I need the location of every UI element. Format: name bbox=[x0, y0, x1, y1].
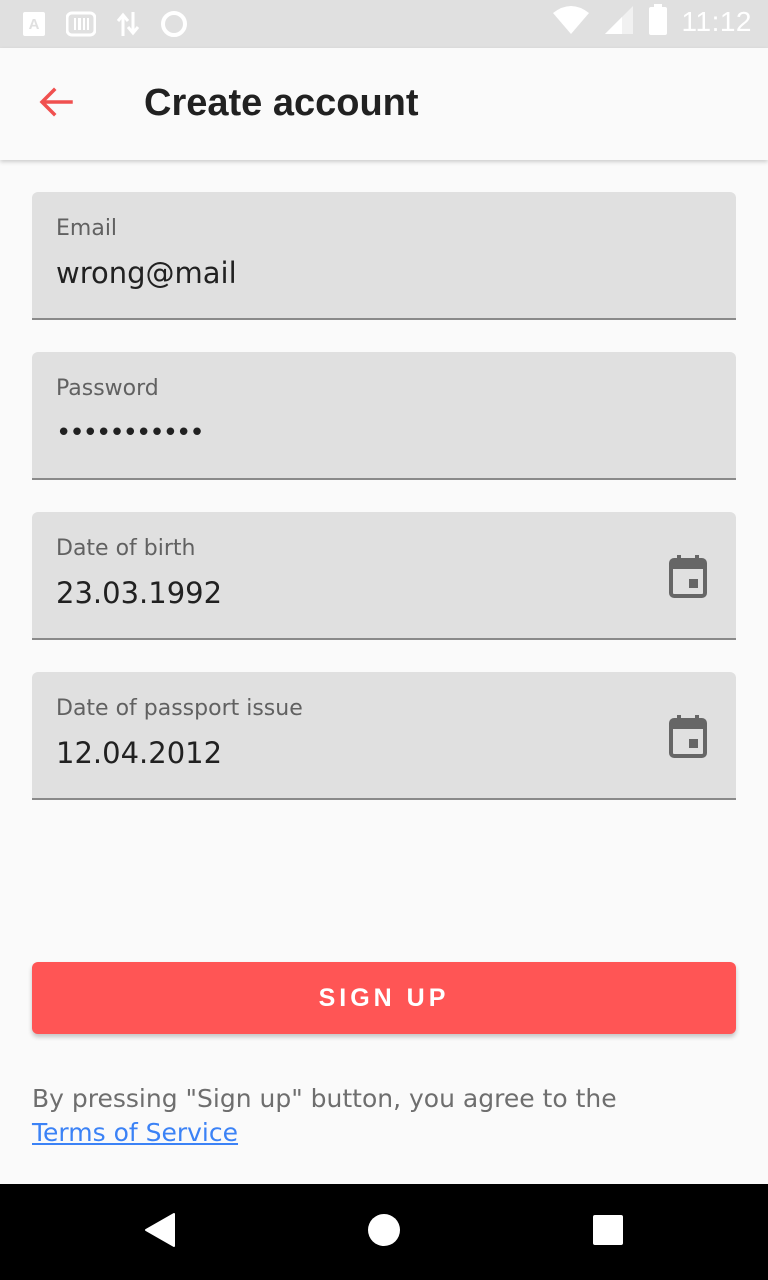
status-bar-right: 11:12 bbox=[552, 4, 753, 40]
passport-issue-label: Date of passport issue bbox=[56, 696, 303, 721]
nav-recents-button[interactable] bbox=[560, 1184, 656, 1280]
page-title: Create account bbox=[144, 82, 419, 124]
email-field[interactable]: Email wrong@mail bbox=[32, 192, 736, 320]
passport-issue-value[interactable]: 12.04.2012 bbox=[56, 736, 222, 770]
navigation-bar bbox=[0, 1184, 768, 1280]
home-circle-icon bbox=[367, 1213, 401, 1251]
terms-prefix: By pressing "Sign up" button, you agree … bbox=[32, 1084, 617, 1113]
passport-issue-field[interactable]: Date of passport issue 12.04.2012 bbox=[32, 672, 736, 800]
a-badge-icon: A bbox=[22, 11, 46, 41]
back-triangle-icon bbox=[144, 1212, 176, 1252]
calendar-icon[interactable] bbox=[668, 554, 708, 598]
status-bar: A 11:12 bbox=[0, 0, 768, 48]
date-of-birth-label: Date of birth bbox=[56, 536, 196, 561]
nav-back-button[interactable] bbox=[112, 1184, 208, 1280]
data-transfer-icon bbox=[116, 10, 140, 42]
wifi-icon bbox=[552, 5, 590, 39]
email-label: Email bbox=[56, 216, 118, 241]
battery-icon bbox=[648, 4, 668, 40]
password-value[interactable]: ••••••••••• bbox=[56, 418, 205, 448]
date-of-birth-value[interactable]: 23.03.1992 bbox=[56, 576, 222, 610]
password-label: Password bbox=[56, 376, 159, 401]
terms-text: By pressing "Sign up" button, you agree … bbox=[32, 1082, 652, 1150]
back-button[interactable] bbox=[28, 76, 84, 132]
status-time: 11:12 bbox=[681, 6, 752, 37]
password-field[interactable]: Password ••••••••••• bbox=[32, 352, 736, 480]
terms-of-service-link[interactable]: Terms of Service bbox=[32, 1118, 238, 1147]
sign-up-button[interactable]: SIGN UP bbox=[32, 962, 736, 1034]
email-value[interactable]: wrong@mail bbox=[56, 256, 237, 290]
signal-icon bbox=[604, 5, 634, 39]
calendar-icon[interactable] bbox=[668, 714, 708, 758]
svg-text:A: A bbox=[29, 16, 40, 33]
barcode-icon bbox=[65, 11, 97, 41]
circle-icon bbox=[160, 10, 188, 42]
nav-home-button[interactable] bbox=[336, 1184, 432, 1280]
app-bar: Create account bbox=[0, 48, 768, 160]
arrow-left-icon bbox=[39, 87, 73, 121]
status-bar-left: A bbox=[22, 10, 188, 42]
date-of-birth-field[interactable]: Date of birth 23.03.1992 bbox=[32, 512, 736, 640]
recents-square-icon bbox=[592, 1214, 624, 1250]
